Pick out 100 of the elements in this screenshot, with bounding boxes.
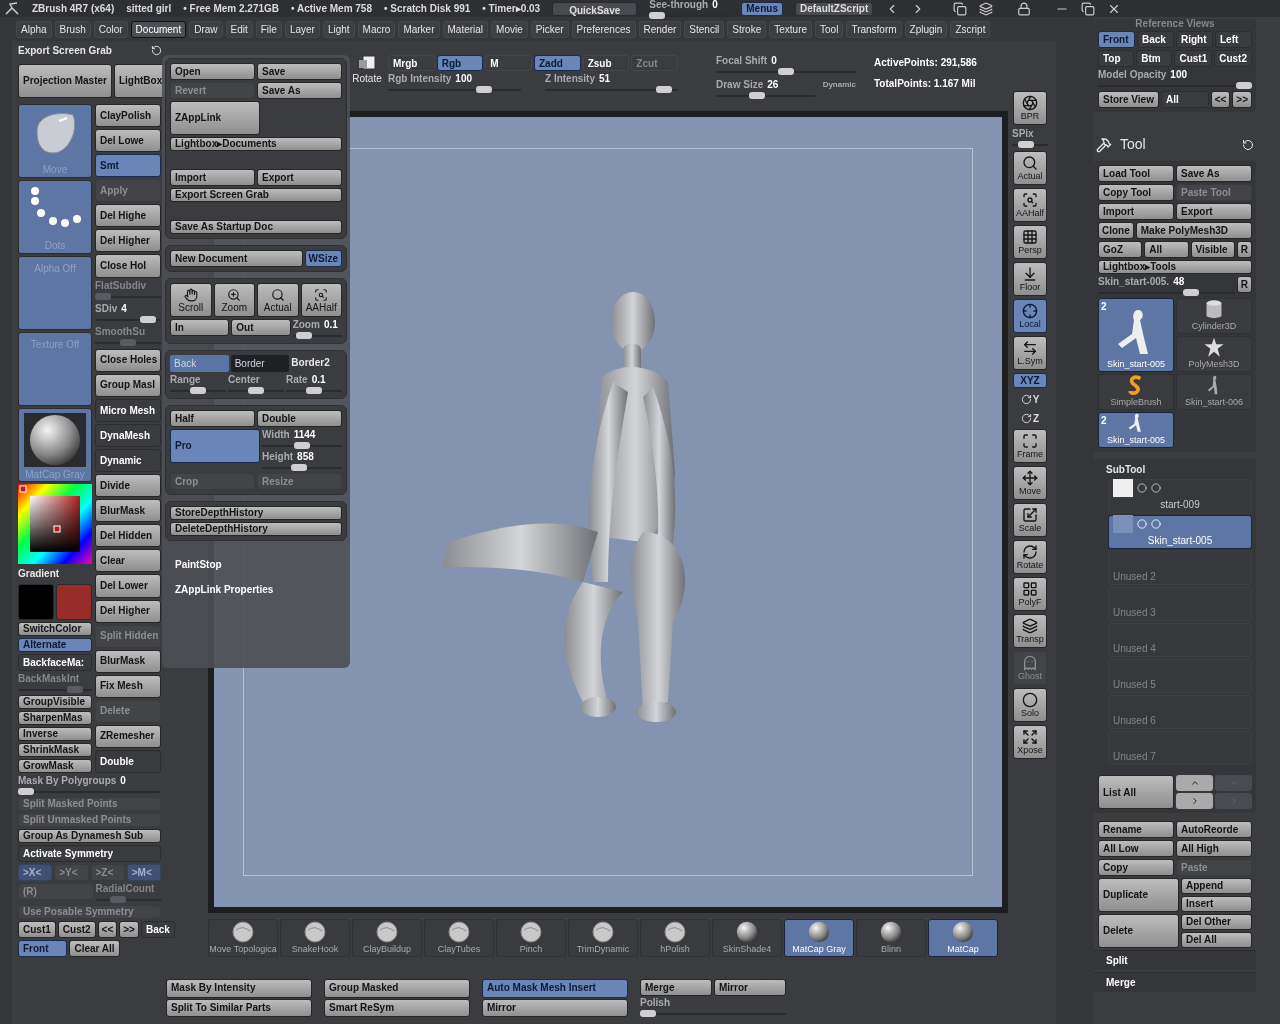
panel-button[interactable]: Group Masl [95, 373, 161, 397]
brush-tile[interactable]: ClayBuildup [352, 919, 422, 957]
panel-button[interactable]: Del Higher [95, 229, 161, 253]
panel-button[interactable]: Export [1176, 203, 1252, 220]
panel-button[interactable]: BlurMask [95, 499, 161, 523]
menu-item[interactable]: Picker [530, 20, 569, 38]
slider-thumb[interactable] [1236, 82, 1252, 89]
panel-button[interactable]: Del Hidden [95, 524, 161, 548]
panel-button[interactable]: ShrinkMask [18, 743, 92, 757]
shelf-button[interactable]: Floor [1013, 262, 1047, 296]
slider-thumb[interactable] [475, 86, 492, 93]
panel-button[interactable]: Clear [95, 549, 161, 573]
panel-button[interactable]: Smt [95, 154, 161, 178]
menu-item[interactable]: Color [93, 20, 128, 38]
quicksave-button[interactable]: QuickSave [552, 1, 638, 16]
brush-tile[interactable]: ClayTubes [424, 919, 494, 957]
slider-thumb[interactable] [18, 788, 34, 795]
menu-item[interactable]: Movie [491, 20, 528, 38]
brush-tile[interactable]: SkinShade4 [712, 919, 782, 957]
panel-button[interactable]: Lightbox▸Documents [170, 137, 342, 151]
shelf-button[interactable]: Xpose [1013, 725, 1047, 759]
menu-item[interactable]: Stencil [684, 20, 725, 38]
view-button[interactable]: Zoom [213, 283, 255, 317]
panel-button[interactable]: Cust2 [1214, 50, 1252, 67]
menu-item[interactable]: Stroke [727, 20, 767, 38]
panel-button[interactable]: Clear All [69, 940, 120, 957]
panel-button[interactable]: Append [1181, 878, 1252, 894]
shelf-button[interactable]: L.Sym [1013, 336, 1047, 370]
menu-item[interactable]: Material [442, 20, 489, 38]
panel-button[interactable]: Smart ReSym [324, 998, 470, 1017]
menu-item[interactable]: Transform [846, 20, 902, 38]
panel-button[interactable]: Import [1098, 203, 1174, 220]
slider[interactable] [716, 68, 856, 75]
menu-item[interactable]: Zplugin [904, 20, 948, 38]
slider-thumb[interactable] [749, 92, 766, 99]
mode-button[interactable]: Zadd [534, 55, 581, 71]
slider[interactable] [388, 86, 521, 93]
shelf-button[interactable]: Solo [1013, 688, 1047, 722]
mode-button[interactable]: Mrgb [388, 55, 435, 71]
tool-thumbnail[interactable]: Cylinder3D [1176, 298, 1252, 334]
script-button[interactable]: DefaultZScript [794, 1, 874, 16]
panel-button[interactable]: Delete [1098, 914, 1179, 948]
panel-button[interactable]: Alternate [18, 638, 92, 652]
slider[interactable] [228, 387, 284, 394]
shelf-button[interactable]: BPR [1013, 91, 1047, 125]
menu-item[interactable]: File [255, 20, 282, 38]
panel-button[interactable]: Import [170, 169, 255, 186]
color-field[interactable]: Border [230, 355, 290, 372]
menu-item[interactable]: Draw [189, 20, 223, 38]
slider-thumb[interactable] [248, 387, 264, 394]
slider[interactable] [18, 788, 161, 795]
slider-thumb[interactable] [778, 68, 794, 75]
panel-button[interactable]: >> [1232, 91, 1252, 108]
slider[interactable] [640, 1010, 786, 1017]
panel-button[interactable]: Merge [640, 979, 712, 996]
panel-button[interactable]: Right [1176, 31, 1213, 48]
mode-button[interactable]: Rgb [436, 55, 484, 71]
brush-tile[interactable]: Blinn [856, 919, 926, 957]
tool-thumbnail[interactable]: SimpleBrush [1098, 374, 1174, 410]
panel-button[interactable]: Projection Master [18, 64, 112, 98]
panel-button[interactable]: << [1210, 91, 1231, 108]
panel-button[interactable]: Mirror [482, 998, 628, 1017]
windows-icon[interactable] [953, 1, 968, 16]
slider-thumb[interactable] [294, 442, 310, 449]
shelf-button[interactable]: Transp [1013, 614, 1047, 648]
panel-button[interactable]: Del Higher [95, 599, 161, 623]
slider[interactable] [95, 315, 161, 323]
brush-tile[interactable]: MatCap [928, 919, 998, 957]
panel-button[interactable]: Micro Mesh [95, 398, 161, 422]
refresh-icon[interactable] [1242, 138, 1254, 151]
slider-thumb[interactable] [296, 332, 312, 339]
rotate-icon[interactable] [1020, 393, 1032, 405]
panel-button[interactable]: Group Masked [324, 979, 470, 998]
panel-button[interactable]: Activate Symmetry [18, 845, 161, 862]
color-swatch[interactable] [18, 584, 54, 620]
panel-button[interactable]: Del Highe [95, 204, 161, 228]
menu-item[interactable]: Document [130, 20, 187, 38]
slider-thumb[interactable] [1182, 289, 1199, 296]
shelf-button[interactable]: AAHalf [1013, 188, 1047, 222]
slider-thumb[interactable] [306, 387, 322, 394]
panel-button[interactable]: SharpenMas [18, 711, 92, 725]
panel-button[interactable]: ZRemesher [95, 724, 161, 749]
panel-button[interactable]: Half [170, 410, 255, 427]
slider[interactable] [1098, 289, 1235, 296]
menu-item[interactable]: Marker [398, 20, 440, 38]
menu-item[interactable]: Texture [769, 20, 813, 38]
panel-button[interactable]: Out [231, 319, 291, 336]
slider[interactable] [1098, 82, 1252, 89]
mode-button[interactable]: M [485, 55, 532, 71]
slider[interactable] [18, 686, 92, 693]
menu-item[interactable]: Preferences [571, 20, 636, 38]
slider-thumb[interactable] [1018, 141, 1034, 148]
menu-label[interactable]: PaintStop [175, 557, 347, 572]
tool-thumbnail[interactable]: PolyMesh3D [1176, 336, 1252, 372]
panel-button[interactable]: ZAppLink [170, 101, 260, 135]
panel-button[interactable]: Visible [1190, 241, 1235, 258]
panel-button[interactable]: >> [119, 921, 139, 938]
panel-button[interactable]: Mask By Intensity [166, 979, 312, 998]
panel-button[interactable]: Auto Mask Mesh Insert [482, 979, 628, 998]
slider[interactable] [545, 86, 678, 93]
